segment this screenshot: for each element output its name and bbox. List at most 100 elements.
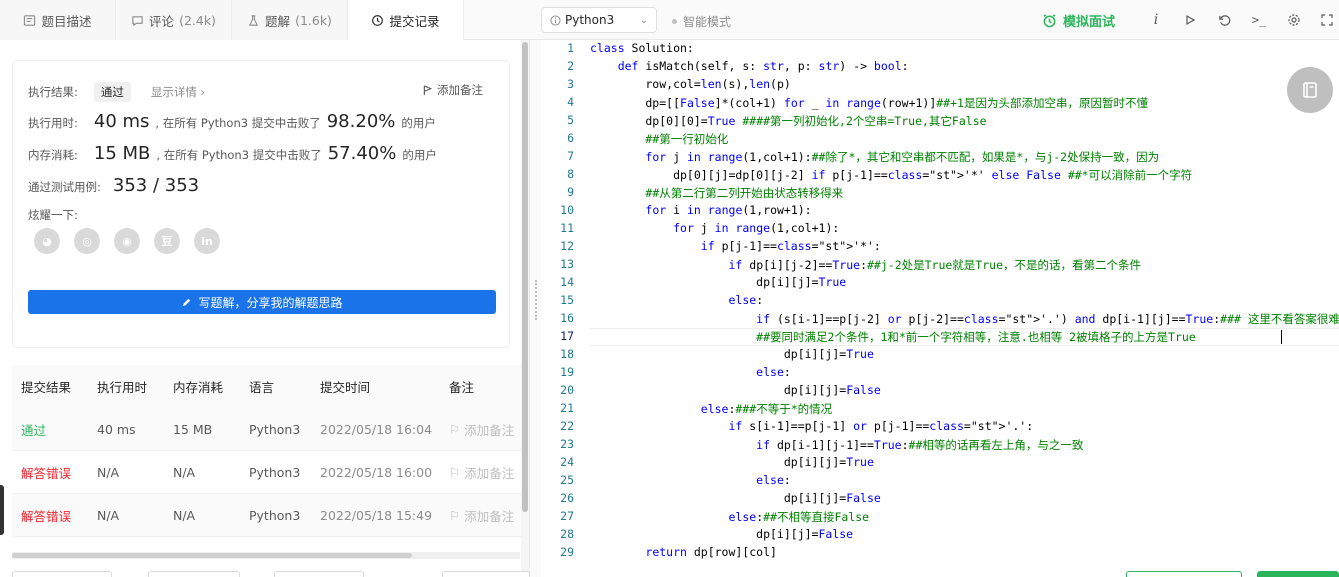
- row-time: 2022/05/18 16:00: [320, 464, 433, 480]
- code-line[interactable]: def isMatch(self, s: str, p: str) -> boo…: [590, 59, 909, 73]
- scrollbar-thumb[interactable]: [12, 553, 412, 558]
- bottom-button-1[interactable]: [12, 571, 112, 577]
- douban-icon[interactable]: 豆: [154, 228, 180, 254]
- submit-button[interactable]: [1257, 571, 1339, 577]
- header-time: 提交时间: [320, 380, 371, 395]
- tab-submissions[interactable]: 提交记录: [348, 0, 464, 40]
- code-line[interactable]: else:: [590, 365, 791, 379]
- gear-icon[interactable]: [1285, 11, 1303, 29]
- code-line[interactable]: dp[i][j]=True: [590, 455, 874, 469]
- language-select[interactable]: Python3 ⌄: [541, 7, 657, 33]
- code-line[interactable]: return dp[row][col]: [590, 545, 777, 559]
- line-number: 20: [560, 383, 574, 397]
- notes-floating-button[interactable]: [1287, 67, 1333, 113]
- row-language: Python3: [249, 464, 301, 480]
- tab-solutions[interactable]: 题解 (1.6k): [232, 0, 348, 40]
- code-line[interactable]: for j in range(1,col+1):: [590, 221, 839, 235]
- line-number: 26: [560, 491, 574, 505]
- code-line[interactable]: else:###不等于*的情况: [590, 401, 832, 417]
- line-number: 17: [560, 329, 574, 343]
- add-note-label: 添加备注: [437, 83, 483, 97]
- fullscreen-icon[interactable]: [1318, 11, 1336, 29]
- code-line[interactable]: if s[i-1]==p[j-1] or p[j-1]==class="st">…: [590, 419, 1033, 433]
- code-line[interactable]: dp[0][j]=dp[0][j-2] if p[j-1]==class="st…: [590, 167, 1192, 183]
- panel-splitter[interactable]: [531, 40, 541, 577]
- code-line[interactable]: class Solution:: [590, 41, 694, 55]
- table-row[interactable]: 解答错误 N/A N/A Python3 2022/05/18 15:49 ⚐ 添…: [12, 494, 522, 537]
- code-line[interactable]: dp[i][j]=False: [590, 383, 881, 397]
- code-line[interactable]: dp[0][0]=True ####第一列初始化,2个空串=True,其它Fal…: [590, 113, 986, 129]
- code-line[interactable]: ##第一行初始化: [590, 131, 728, 147]
- code-line[interactable]: else:: [590, 293, 763, 307]
- row-add-note[interactable]: ⚐ 添加备注: [449, 506, 514, 525]
- table-row[interactable]: 通过 40 ms 15 MB Python3 2022/05/18 16:04 …: [12, 408, 522, 451]
- tab-comments[interactable]: 评论 (2.4k): [116, 0, 232, 40]
- memory-desc: , 在所有 Python3 提交中击败了: [156, 148, 322, 162]
- row-add-note[interactable]: ⚐ 添加备注: [449, 463, 514, 482]
- code-line[interactable]: dp[i][j]=True: [590, 275, 846, 289]
- linkedin-icon[interactable]: in: [194, 228, 220, 254]
- code-line[interactable]: dp[i][j]=False: [590, 491, 881, 505]
- code-line[interactable]: if dp[i-1][j-1]==True:##相等的话再看左上角，与之一致: [590, 437, 1083, 453]
- runtime-value: 40 ms: [93, 111, 150, 132]
- row-status[interactable]: 通过: [21, 420, 46, 439]
- line-number: 10: [560, 203, 574, 217]
- code-line[interactable]: if p[j-1]==class="st">'*':: [590, 239, 881, 253]
- weibo-icon[interactable]: ◎: [74, 228, 100, 254]
- flag-icon: ⚐: [449, 507, 461, 523]
- history-icon: [372, 14, 384, 26]
- code-line[interactable]: if (s[i-1]==p[j-2] or p[j-2]==class="st"…: [590, 311, 1339, 327]
- code-line[interactable]: if dp[i][j-2]==True:##j-2处是True就是True，不是…: [590, 257, 1141, 273]
- console-icon[interactable]: >_: [1250, 11, 1268, 29]
- row-language: Python3: [249, 507, 301, 523]
- show-detail-link[interactable]: 显示详情 ›: [151, 84, 205, 100]
- row-add-note[interactable]: ⚐ 添加备注: [449, 420, 514, 439]
- code-line[interactable]: row,col=len(s),len(p): [590, 77, 790, 91]
- row-runtime: 40 ms: [97, 421, 136, 437]
- line-number: 11: [560, 221, 574, 235]
- line-number: 3: [567, 77, 574, 91]
- tests-label: 通过测试用例:: [28, 180, 101, 194]
- write-solution-button[interactable]: 写题解，分享我的解题思路: [28, 290, 496, 314]
- reset-icon[interactable]: [1215, 11, 1233, 29]
- bottom-button-3[interactable]: [274, 571, 364, 577]
- row-status[interactable]: 解答错误: [21, 463, 71, 482]
- run-icon[interactable]: [1181, 11, 1199, 29]
- code-line[interactable]: dp[i][j]=True: [590, 347, 874, 361]
- code-line[interactable]: ##要同时满足2个条件，1和*前一个字符相等，注意.也相等 2被填格子的上方是T…: [590, 329, 1196, 345]
- runtime-percent: 98.20%: [326, 111, 396, 132]
- bottom-button-2[interactable]: [148, 571, 240, 577]
- horizontal-scrollbar[interactable]: [12, 552, 520, 559]
- chevron-down-icon: ⌄: [639, 14, 648, 26]
- memory-suffix: 的用户: [402, 148, 437, 162]
- table-row[interactable]: 解答错误 N/A N/A Python3 2022/05/18 16:00 ⚐ 添…: [12, 451, 522, 494]
- code-line[interactable]: for j in range(1,col+1):##除了*，其它和空串都不匹配，…: [590, 149, 1159, 165]
- row-runtime: N/A: [97, 507, 120, 523]
- write-solution-label: 写题解，分享我的解题思路: [198, 295, 343, 310]
- code-line[interactable]: else:##不相等直接False: [590, 509, 869, 525]
- tab-description[interactable]: 题目描述: [0, 0, 116, 40]
- code-line[interactable]: dp=[[False]*(col+1) for _ in range(row+1…: [590, 95, 1148, 111]
- bottom-button-4[interactable]: [442, 571, 530, 577]
- side-drawer-handle[interactable]: [0, 485, 4, 535]
- splitter-grip-icon[interactable]: [535, 280, 537, 320]
- wechat-icon[interactable]: ◕: [34, 228, 60, 254]
- mock-interview-button[interactable]: 模拟面试: [1042, 11, 1115, 30]
- code-line[interactable]: ##从第二行第二列开始由状态转移得来: [590, 185, 843, 201]
- add-note-button[interactable]: 添加备注: [423, 82, 483, 98]
- code-line[interactable]: else:: [590, 473, 791, 487]
- code-editor[interactable]: 1 2 3 4 5 6 7 8 9 10 11 12 13 14 15 16 17 18 19 20 21 22 23 24 2…: [541, 40, 1339, 577]
- comment-icon: [132, 15, 143, 26]
- run-code-button[interactable]: [1126, 571, 1242, 577]
- info-italic-icon[interactable]: i: [1147, 11, 1165, 29]
- row-status[interactable]: 解答错误: [21, 506, 71, 525]
- row-memory: N/A: [173, 464, 196, 480]
- vertical-scrollbar[interactable]: [521, 40, 529, 577]
- flag-icon: ⚐: [449, 464, 461, 480]
- smart-mode-toggle[interactable]: 智能模式: [672, 13, 731, 30]
- code-line[interactable]: for i in range(1,row+1):: [590, 203, 811, 217]
- code-line[interactable]: dp[i][j]=False: [590, 527, 853, 541]
- qq-icon[interactable]: ◉: [114, 228, 140, 254]
- line-number: 15: [560, 293, 574, 307]
- scrollbar-thumb[interactable]: [522, 42, 528, 512]
